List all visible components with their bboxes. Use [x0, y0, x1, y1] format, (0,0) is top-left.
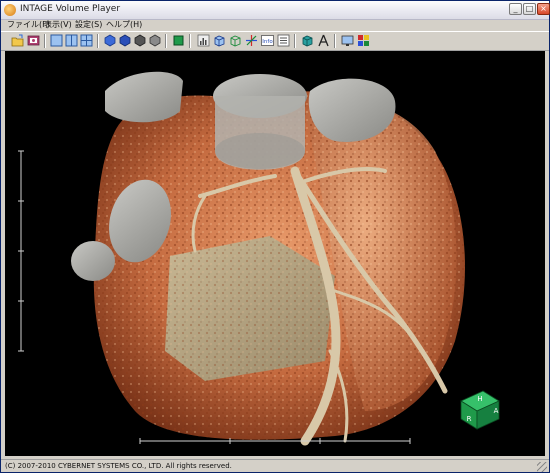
orientation-label-side: A [494, 407, 499, 415]
orientation-label-front: R [467, 415, 472, 423]
toolbar-separator [165, 34, 167, 48]
display-icon[interactable] [341, 34, 354, 47]
render-blue-alt-icon[interactable] [118, 34, 131, 47]
toolbar-separator [44, 34, 46, 48]
toolbar-separator [97, 34, 99, 48]
histogram-icon[interactable] [197, 34, 210, 47]
app-icon[interactable] [4, 4, 16, 16]
info-icon[interactable]: Info [261, 34, 274, 47]
close-button[interactable]: × [537, 3, 550, 15]
depth-scale [18, 150, 24, 352]
teal-cube-icon[interactable] [301, 34, 314, 47]
copyright-text: (C) 2007-2010 CYBERNET SYSTEMS CO., LTD.… [5, 462, 232, 470]
toolbar-separator [294, 34, 296, 48]
volume-render-canvas[interactable]: H R A [5, 51, 545, 456]
cube-box-icon[interactable] [213, 34, 226, 47]
menu-help[interactable]: ヘルプ(H) [106, 19, 142, 31]
volume-render-view[interactable]: H R A [5, 51, 545, 456]
figure-a-icon[interactable] [317, 34, 330, 47]
maximize-button[interactable]: □ [523, 3, 536, 15]
color-palette-icon[interactable] [357, 34, 370, 47]
save-image-icon[interactable] [27, 34, 40, 47]
render-gray-icon[interactable] [133, 34, 146, 47]
render-blue-icon[interactable] [103, 34, 116, 47]
menu-bar: ファイル(F) 表示(V) 設定(S) ヘルプ(H) [1, 19, 549, 31]
info-icon-label: Info [262, 39, 273, 45]
wireframe-cube-icon[interactable] [229, 34, 242, 47]
minimize-button[interactable]: _ [509, 3, 522, 15]
status-bar: (C) 2007-2010 CYBERNET SYSTEMS CO., LTD.… [1, 459, 549, 473]
crosshair-icon[interactable] [245, 34, 258, 47]
toolbar-separator [334, 34, 336, 48]
toolbar: Info [1, 31, 549, 51]
resize-grip[interactable] [537, 462, 547, 472]
orientation-cube[interactable]: H R A [460, 390, 500, 430]
title-bar[interactable]: INTAGE Volume Player _ □ × [1, 1, 550, 20]
green-square-icon[interactable] [172, 34, 185, 47]
app-window: INTAGE Volume Player _ □ × ファイル(F) 表示(V)… [0, 0, 550, 473]
single-view-layout-icon[interactable] [50, 34, 63, 47]
quad-view-layout-icon[interactable] [80, 34, 93, 47]
list-icon[interactable] [277, 34, 290, 47]
open-folder-icon[interactable] [11, 34, 24, 47]
toolbar-separator [189, 34, 191, 48]
menu-settings[interactable]: 設定(S) [75, 19, 102, 31]
dual-view-layout-icon[interactable] [65, 34, 78, 47]
render-gray-alt-icon[interactable] [148, 34, 161, 47]
window-title: INTAGE Volume Player [20, 4, 121, 14]
menu-view[interactable]: 表示(V) [44, 19, 72, 31]
orientation-label-top: H [477, 395, 482, 403]
